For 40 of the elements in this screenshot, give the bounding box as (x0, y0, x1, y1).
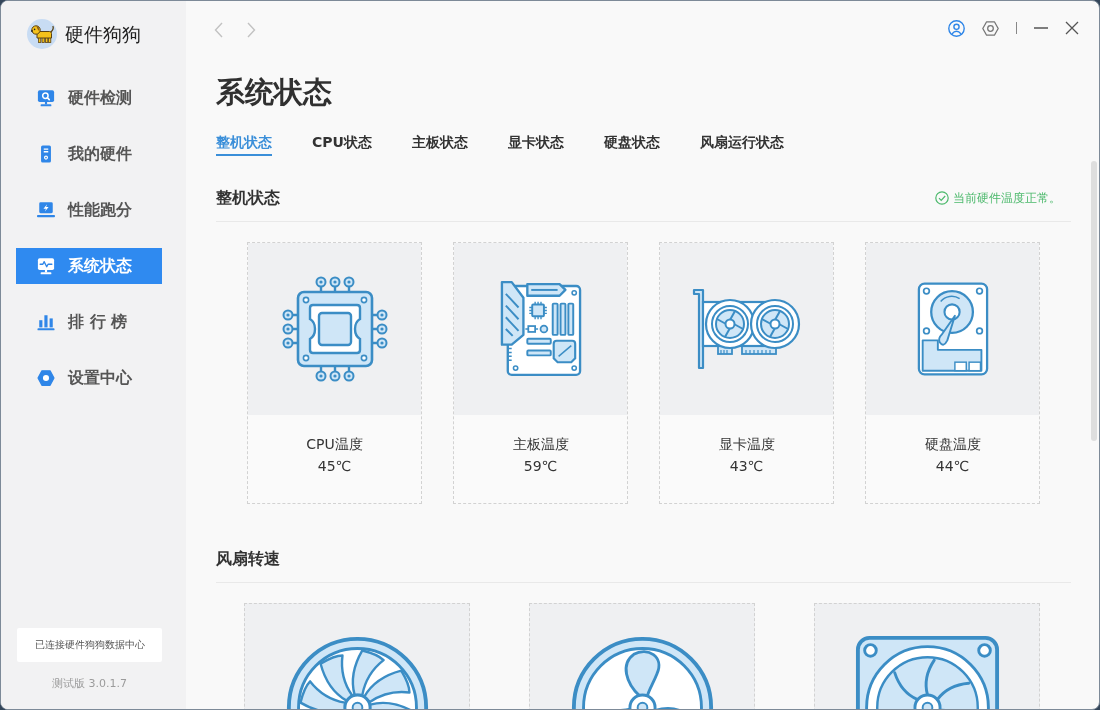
scrollbar-thumb[interactable] (1091, 161, 1097, 441)
temperature-value: 43℃ (729, 456, 764, 476)
sidebar-item[interactable]: 排 行 榜 (16, 304, 162, 340)
motherboard-icon (498, 279, 583, 378)
tab[interactable]: CPU状态 (312, 131, 372, 156)
laptop-lightning-icon (37, 201, 55, 219)
tab[interactable]: 显卡状态 (507, 131, 564, 156)
sidebar-item[interactable]: 我的硬件 (16, 136, 162, 172)
card-label: CPU温度 (306, 434, 363, 454)
bar-chart-icon (37, 313, 55, 331)
card-label: 显卡温度 (718, 434, 775, 454)
dog-logo-icon (27, 19, 57, 49)
temperature-value: 45℃ (317, 456, 352, 476)
tab[interactable]: 主板状态 (411, 131, 468, 156)
cpu-chip-icon (280, 274, 389, 383)
sidebar-item[interactable]: 硬件检测 (16, 80, 162, 116)
sidebar-item[interactable]: 性能跑分 (16, 192, 162, 228)
check-circle-icon (935, 190, 949, 205)
status-message: 当前硬件温度正常。 (953, 189, 1061, 207)
monitor-search-icon (37, 89, 55, 107)
app-title: 硬件狗狗 (65, 22, 141, 47)
settings-icon[interactable] (982, 19, 999, 37)
sidebar-item[interactable]: 系统状态 (16, 248, 162, 284)
connection-status: 已连接硬件狗狗数据中心 (17, 627, 162, 662)
close-icon[interactable] (1065, 21, 1079, 35)
section-title: 风扇转速 (216, 547, 280, 570)
monitor-pulse-icon (37, 257, 55, 275)
tab[interactable]: 硬盘状态 (603, 131, 660, 156)
hexagon-icon (37, 369, 55, 387)
page-title: 系统状态 (216, 75, 333, 110)
card-label: 主板温度 (512, 434, 569, 454)
version-label: 测试版 3.0.1.7 (52, 675, 127, 692)
temperature-value: 44℃ (935, 456, 970, 476)
sidebar-item[interactable]: 设置中心 (16, 360, 162, 396)
graphics-card-icon (691, 287, 802, 370)
temperature-value: 59℃ (523, 456, 558, 476)
section-title: 整机状态 (216, 186, 280, 209)
card-label: 硬盘温度 (924, 434, 981, 454)
tab[interactable]: 风扇运行状态 (699, 131, 784, 156)
user-icon[interactable] (948, 19, 965, 37)
